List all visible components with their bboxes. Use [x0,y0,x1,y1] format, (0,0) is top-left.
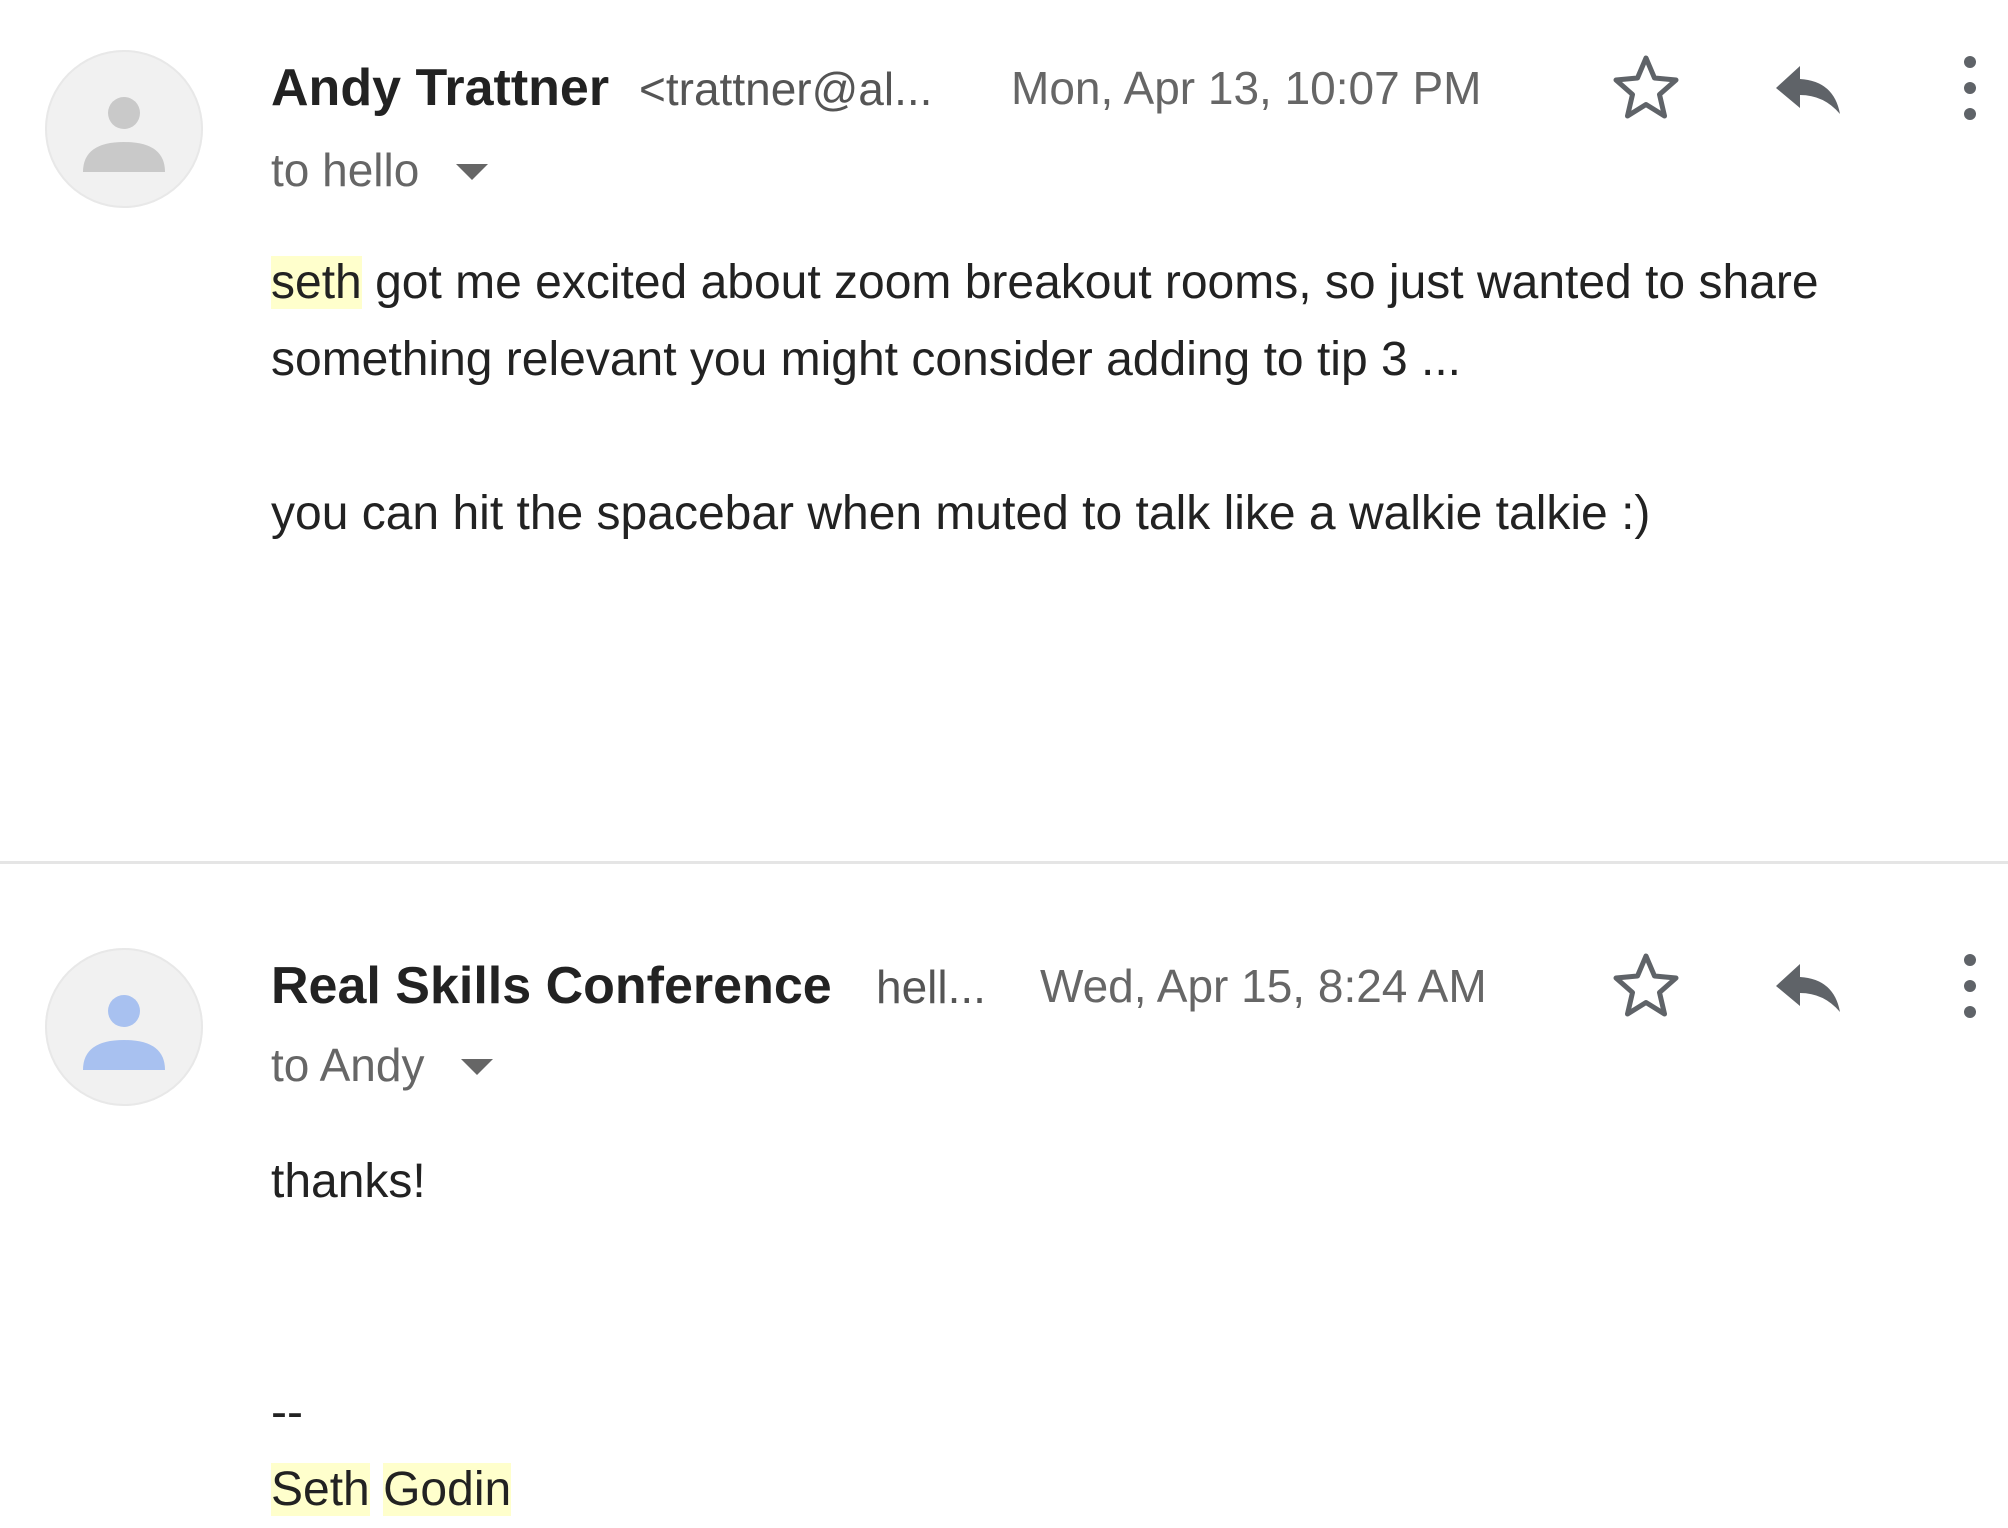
reply-button[interactable] [1768,946,1848,1026]
star-button[interactable] [1606,48,1686,128]
star-icon [1613,953,1679,1017]
more-vert-icon [1964,56,1976,120]
person-icon [83,97,165,172]
reply-icon [1776,66,1840,114]
search-highlight: Seth [271,1463,370,1516]
recipient-text: to Andy [271,1039,425,1091]
body-paragraph: seth got me excited about zoom breakout … [271,244,1991,398]
recipient-line[interactable]: to hello [271,142,492,198]
more-vert-icon [1964,954,1976,1018]
more-options-button[interactable] [1930,946,2008,1026]
caret-down-icon[interactable] [457,1051,497,1081]
message-date: Mon, Apr 13, 10:07 PM [1011,62,1482,114]
signature-separator: -- [271,1386,303,1439]
avatar[interactable] [45,50,203,208]
message-body: thanks! -- Seth Godin [271,1143,1991,1528]
caret-down-icon[interactable] [452,156,492,186]
search-highlight: Godin [383,1463,512,1516]
message-real-skills-conference: Real Skills Conference hell... Wed, Apr … [0,864,2008,1516]
star-button[interactable] [1606,946,1686,1026]
message-andy-trattner: Andy Trattner <trattner@al... Mon, Apr 1… [0,0,2008,862]
person-icon [83,995,165,1070]
body-text: got me excited about zoom breakout rooms… [271,256,1819,386]
message-header: Real Skills Conference hell... Wed, Apr … [271,956,2008,1016]
body-paragraph: you can hit the spacebar when muted to t… [271,487,1651,540]
signature-name: Seth Godin [271,1451,1991,1528]
sender-name[interactable]: Real Skills Conference [271,956,832,1016]
star-icon [1613,55,1679,119]
recipient-line[interactable]: to Andy [271,1037,497,1093]
search-highlight: seth [271,256,362,309]
message-body: seth got me excited about zoom breakout … [271,244,1991,552]
body-paragraph: thanks! [271,1155,426,1208]
sender-email[interactable]: <trattner@al... [639,62,932,116]
recipient-text: to hello [271,144,420,196]
reply-button[interactable] [1768,48,1848,128]
sender-email[interactable]: hell... [876,960,986,1014]
avatar[interactable] [45,948,203,1106]
sender-name[interactable]: Andy Trattner [271,58,609,118]
message-header: Andy Trattner <trattner@al... Mon, Apr 1… [271,58,2008,118]
more-options-button[interactable] [1930,48,2008,128]
message-date: Wed, Apr 15, 8:24 AM [1040,960,1487,1012]
reply-icon [1776,964,1840,1012]
